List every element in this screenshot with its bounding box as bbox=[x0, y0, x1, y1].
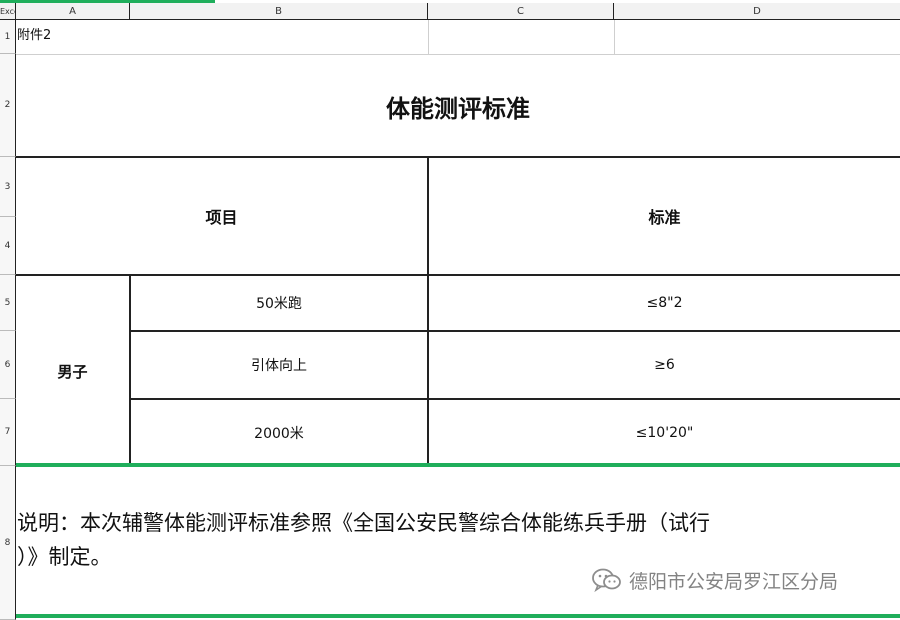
header-standard-cell[interactable]: 标准 bbox=[429, 158, 900, 274]
header-item-cell[interactable]: 项目 bbox=[16, 158, 427, 274]
cell-a1-attachment[interactable]: 附件2 bbox=[17, 24, 51, 43]
row-header-8[interactable]: 8 bbox=[0, 466, 16, 620]
row-header-4[interactable]: 4 bbox=[0, 217, 16, 275]
column-header-a[interactable]: A bbox=[16, 3, 130, 20]
column-header-b[interactable]: B bbox=[130, 3, 428, 20]
note-cell-selection bbox=[16, 614, 900, 618]
gridline bbox=[428, 20, 429, 54]
item-name-cell[interactable]: 50米跑 bbox=[131, 276, 427, 330]
note-cell[interactable]: 说明：本次辅警体能测评标准参照《全国公安民警综合体能练兵手册（试行 ）》制定。 bbox=[17, 506, 900, 574]
select-all-corner[interactable]: Excel bbox=[0, 3, 16, 20]
watermark-text: 德阳市公安局罗江区分局 bbox=[629, 570, 839, 593]
wechat-icon bbox=[592, 567, 622, 593]
watermark: 德阳市公安局罗江区分局 bbox=[592, 565, 838, 595]
item-standard-cell[interactable]: ≥6 bbox=[429, 332, 900, 398]
row-header-3[interactable]: 3 bbox=[0, 157, 16, 217]
item-standard-cell[interactable]: ≤8"2 bbox=[429, 276, 900, 330]
item-name-cell[interactable]: 引体向上 bbox=[131, 332, 427, 398]
column-header-c[interactable]: C bbox=[428, 3, 614, 20]
row-header-2[interactable]: 2 bbox=[0, 54, 16, 157]
column-header-d[interactable]: D bbox=[614, 3, 900, 20]
group-label-cell[interactable]: 男子 bbox=[16, 276, 129, 466]
gridline bbox=[16, 54, 900, 55]
item-standard-cell[interactable]: ≤10'20" bbox=[429, 400, 900, 466]
row-header-5[interactable]: 5 bbox=[0, 275, 16, 331]
sheet-title[interactable]: 体能测评标准 bbox=[16, 56, 900, 156]
note-cell-selection bbox=[16, 463, 900, 467]
row-header-6[interactable]: 6 bbox=[0, 331, 16, 399]
row-header-7[interactable]: 7 bbox=[0, 399, 16, 466]
gridline bbox=[614, 20, 615, 54]
row-header-1[interactable]: 1 bbox=[0, 20, 16, 54]
item-name-cell[interactable]: 2000米 bbox=[131, 400, 427, 466]
note-line-1: 说明：本次辅警体能测评标准参照《全国公安民警综合体能练兵手册（试行 bbox=[17, 511, 710, 535]
